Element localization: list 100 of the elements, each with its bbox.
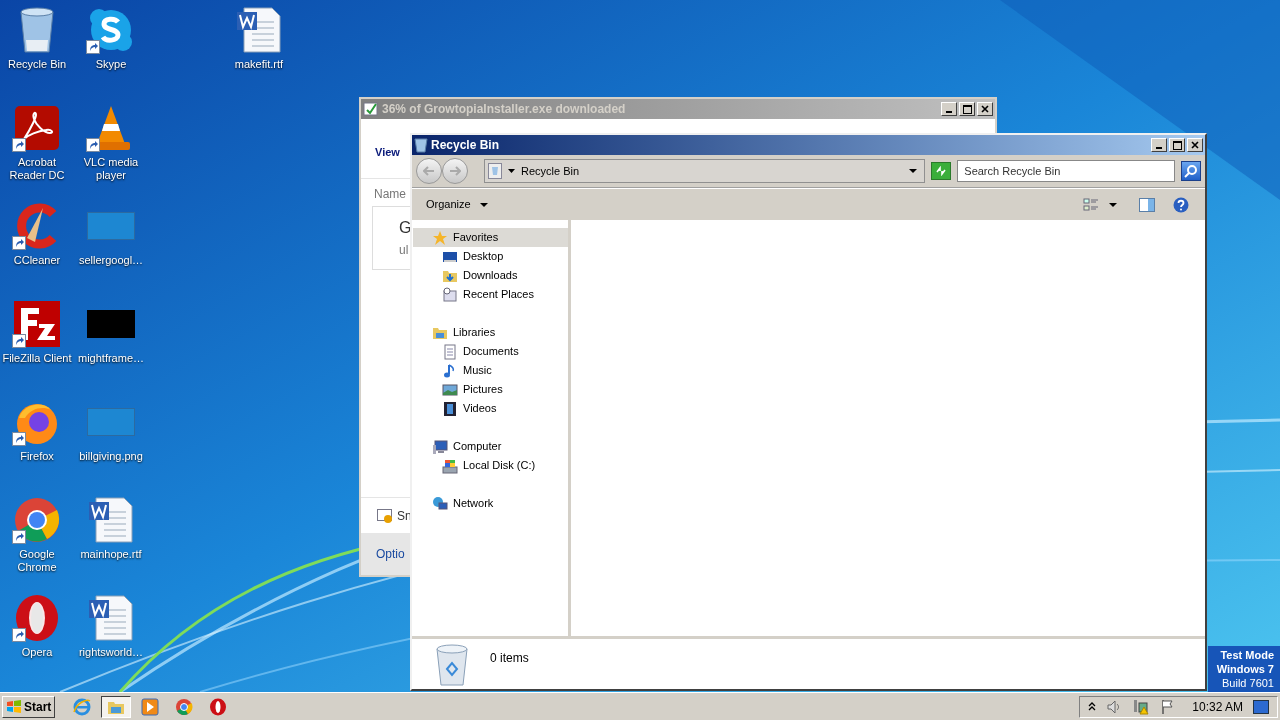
- item-count: 0 items: [490, 650, 529, 667]
- network-warning-icon[interactable]: [1132, 698, 1151, 715]
- window-title: Recycle Bin: [431, 137, 500, 154]
- nav-item[interactable]: Local Disk (C:): [413, 456, 568, 475]
- nav-item[interactable]: Libraries: [413, 323, 568, 342]
- caret-icon: [909, 169, 918, 173]
- image-thumbnail-icon: [87, 408, 135, 436]
- caret-icon: [508, 169, 515, 173]
- recycle-bin-icon: [414, 137, 428, 153]
- start-button[interactable]: Start: [2, 695, 56, 718]
- recent-icon: [442, 286, 458, 303]
- internet-explorer-icon: [73, 697, 92, 716]
- show-desktop-icon[interactable]: [1253, 699, 1269, 714]
- help-icon: [1173, 196, 1189, 213]
- filezilla-icon: [13, 300, 61, 348]
- star-icon: [432, 229, 448, 246]
- help-button[interactable]: [1171, 196, 1191, 213]
- chevron-up-icon[interactable]: [1088, 701, 1097, 712]
- desktop-icon-label[interactable]: Recycle Bin: [6, 58, 68, 71]
- close-icon: [981, 105, 989, 113]
- download-icon: [363, 101, 379, 117]
- nav-item[interactable]: Computer: [413, 437, 568, 456]
- chrome-icon: [13, 496, 61, 544]
- maximize-button[interactable]: [1169, 138, 1185, 152]
- search-icon: [1184, 164, 1199, 178]
- recycle-bin-icon: [17, 6, 57, 54]
- details-view-icon: [1083, 196, 1099, 213]
- view-link[interactable]: View: [375, 146, 400, 158]
- item-subtitle: ul: [399, 242, 409, 259]
- desktop-icon-label[interactable]: rightsworld…: [77, 646, 145, 659]
- pdf-icon: [14, 105, 60, 151]
- nav-item[interactable]: Videos: [413, 399, 568, 418]
- warning-icon: [377, 507, 393, 524]
- word-document-icon: [236, 6, 282, 54]
- chrome-icon: [175, 697, 194, 716]
- recycle-bin-icon: [488, 163, 502, 179]
- desktop-icon-label[interactable]: mightframe…: [77, 352, 145, 365]
- search-field[interactable]: Search Recycle Bin: [957, 160, 1176, 182]
- documents-icon: [442, 343, 458, 360]
- recycle-bin-icon: [434, 643, 470, 687]
- skype-icon: [87, 6, 135, 54]
- maximize-icon: [1172, 140, 1182, 150]
- arrow-left-icon: [423, 166, 435, 176]
- refresh-button[interactable]: [931, 162, 952, 180]
- nav-item[interactable]: Favorites: [413, 228, 568, 247]
- arrow-right-icon: [449, 166, 461, 176]
- maximize-icon: [962, 104, 972, 114]
- caret-icon: [479, 202, 488, 207]
- address-bar[interactable]: Recycle Bin: [484, 159, 926, 183]
- desktop-icon-label[interactable]: CCleaner: [12, 254, 62, 267]
- taskbar-button[interactable]: [101, 695, 132, 718]
- notice-line: Build 7601: [1222, 676, 1274, 690]
- desktop-icon-label[interactable]: Opera: [20, 646, 54, 659]
- window-title: 36% of GrowtopiaInstaller.exe downloaded: [382, 101, 626, 118]
- clock[interactable]: 10:32 AM: [1192, 697, 1243, 716]
- close-icon: [1191, 141, 1199, 149]
- image-thumbnail-icon: [87, 310, 135, 338]
- nav-item[interactable]: Network: [413, 494, 568, 513]
- videos-icon: [442, 400, 458, 417]
- pictures-icon: [442, 381, 458, 398]
- nav-item[interactable]: Desktop: [413, 247, 568, 266]
- minimize-button[interactable]: [941, 102, 957, 116]
- windows-logo-icon: [6, 698, 22, 715]
- opera-icon: [14, 594, 60, 642]
- desktop-icon-label[interactable]: mainhope.rtf: [79, 548, 143, 561]
- column-header: Name: [374, 186, 406, 203]
- item-title: G: [399, 219, 412, 237]
- opera-icon: [209, 697, 228, 716]
- minimize-button[interactable]: [1151, 138, 1167, 152]
- close-button[interactable]: [977, 102, 993, 116]
- desktop-icon-label[interactable]: Google Chrome: [0, 548, 74, 574]
- nav-item[interactable]: Pictures: [413, 380, 568, 399]
- view-options-button[interactable]: [1081, 196, 1119, 213]
- notice-line: Windows 7: [1216, 662, 1274, 676]
- network-icon: [432, 495, 448, 512]
- desktop-icon-label[interactable]: makefit.rtf: [233, 58, 285, 71]
- nav-item[interactable]: Recent Places: [413, 285, 568, 304]
- notice-line: Test Mode: [1220, 648, 1274, 662]
- desktop-icon-label[interactable]: Firefox: [19, 450, 55, 463]
- caret-icon: [1109, 202, 1117, 207]
- nav-item[interactable]: Music: [413, 361, 568, 380]
- computer-icon: [432, 438, 448, 455]
- options-link[interactable]: Optio: [376, 545, 405, 563]
- nav-item[interactable]: Documents: [413, 342, 568, 361]
- nav-item[interactable]: Downloads: [413, 266, 568, 285]
- desktop-icon-label[interactable]: VLC media player: [74, 156, 148, 182]
- desktop-icon-label[interactable]: billgiving.png: [78, 450, 144, 463]
- desktop-icon-label[interactable]: Skype: [94, 58, 128, 71]
- search-button[interactable]: [1181, 161, 1201, 181]
- desktop-icon-label[interactable]: Acrobat Reader DC: [0, 156, 74, 182]
- desktop-icon-label[interactable]: sellergoogl…: [77, 254, 145, 267]
- preview-pane-button[interactable]: [1137, 196, 1157, 213]
- preview-pane-icon: [1139, 196, 1155, 213]
- close-button[interactable]: [1187, 138, 1203, 152]
- desktop-icon-label[interactable]: FileZilla Client: [1, 352, 73, 365]
- maximize-button[interactable]: [959, 102, 975, 116]
- word-document-icon: [88, 496, 134, 544]
- organize-button[interactable]: Organize: [416, 192, 498, 217]
- refresh-icon: [935, 166, 948, 176]
- media-player-icon: [141, 697, 160, 716]
